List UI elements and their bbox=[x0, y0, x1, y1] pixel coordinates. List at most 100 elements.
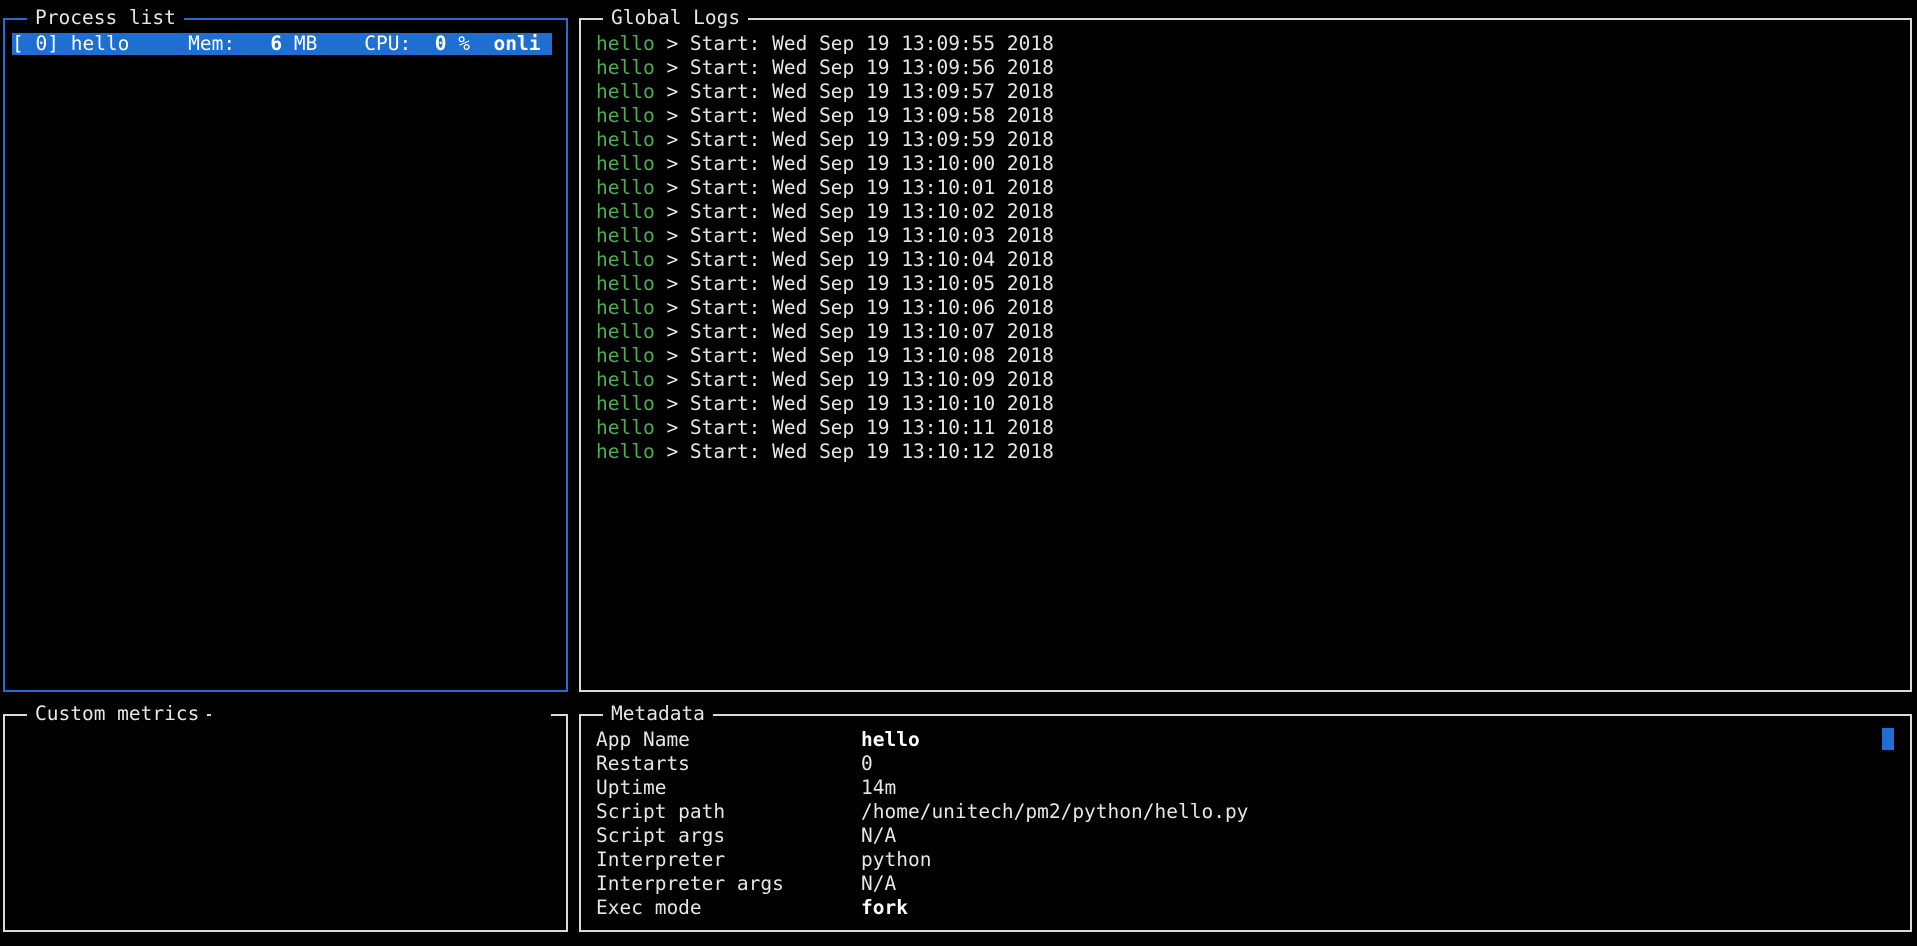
log-message: > Start: Wed Sep 19 13:10:03 2018 bbox=[654, 224, 1054, 247]
log-line: hello > Start: Wed Sep 19 13:09:55 2018 bbox=[596, 32, 1054, 56]
log-message: > Start: Wed Sep 19 13:10:09 2018 bbox=[654, 368, 1054, 391]
global-logs-title: Global Logs bbox=[603, 7, 749, 29]
metadata-key: Script args bbox=[596, 824, 726, 847]
log-line: hello > Start: Wed Sep 19 13:10:08 2018 bbox=[596, 344, 1054, 368]
metadata-row: Restarts 0 bbox=[596, 752, 1248, 776]
log-message: > Start: Wed Sep 19 13:09:55 2018 bbox=[654, 32, 1054, 55]
process-list-panel[interactable]: Process list [ 0] hello Mem: 6 MB CPU: 0… bbox=[3, 7, 568, 692]
log-app-name: hello bbox=[596, 176, 655, 199]
custom-metrics-title: Custom metrics bbox=[27, 703, 208, 725]
log-message: > Start: Wed Sep 19 13:10:11 2018 bbox=[654, 416, 1054, 439]
metadata-value: N/A bbox=[861, 872, 897, 895]
log-app-name: hello bbox=[596, 56, 655, 79]
log-list: hello > Start: Wed Sep 19 13:09:55 2018 h… bbox=[596, 32, 1054, 464]
metadata-row: Script args N/A bbox=[596, 824, 1248, 848]
process-row-hello[interactable]: [ 0] hello Mem: 6 MB CPU: 0 % onli bbox=[12, 33, 552, 55]
scroll-cursor[interactable] bbox=[1882, 728, 1894, 750]
metadata-row: Interpreter python bbox=[596, 848, 1248, 872]
metadata-key: Exec mode bbox=[596, 896, 702, 919]
metadata-key: Uptime bbox=[596, 776, 667, 799]
log-message: > Start: Wed Sep 19 13:09:56 2018 bbox=[654, 56, 1054, 79]
log-app-name: hello bbox=[596, 368, 655, 391]
log-message: > Start: Wed Sep 19 13:09:57 2018 bbox=[654, 80, 1054, 103]
log-app-name: hello bbox=[596, 128, 655, 151]
log-message: > Start: Wed Sep 19 13:10:08 2018 bbox=[654, 344, 1054, 367]
metadata-value: fork bbox=[861, 896, 908, 919]
log-app-name: hello bbox=[596, 80, 655, 103]
metadata-value: 0 bbox=[861, 752, 873, 775]
metadata-value: python bbox=[861, 848, 932, 871]
log-line: hello > Start: Wed Sep 19 13:09:58 2018 bbox=[596, 104, 1054, 128]
cpu-value: 0 bbox=[434, 33, 447, 55]
log-app-name: hello bbox=[596, 344, 655, 367]
log-line: hello > Start: Wed Sep 19 13:10:12 2018 bbox=[596, 440, 1054, 464]
log-app-name: hello bbox=[596, 320, 655, 343]
log-line: hello > Start: Wed Sep 19 13:10:01 2018 bbox=[596, 176, 1054, 200]
metadata-value: N/A bbox=[861, 824, 897, 847]
log-line: hello > Start: Wed Sep 19 13:09:59 2018 bbox=[596, 128, 1054, 152]
log-app-name: hello bbox=[596, 104, 655, 127]
log-message: > Start: Wed Sep 19 13:10:04 2018 bbox=[654, 248, 1054, 271]
log-app-name: hello bbox=[596, 200, 655, 223]
process-name: hello bbox=[70, 33, 130, 55]
log-message: > Start: Wed Sep 19 13:10:06 2018 bbox=[654, 296, 1054, 319]
metadata-panel[interactable]: Metadata App Name hello Restarts 0 Uptime 14m… bbox=[579, 703, 1912, 932]
log-line: hello > Start: Wed Sep 19 13:10:04 2018 bbox=[596, 248, 1054, 272]
metadata-key: Interpreter bbox=[596, 848, 726, 871]
log-app-name: hello bbox=[596, 224, 655, 247]
metadata-key: Script path bbox=[596, 800, 726, 823]
log-line: hello > Start: Wed Sep 19 13:10:00 2018 bbox=[596, 152, 1054, 176]
log-app-name: hello bbox=[596, 296, 655, 319]
log-line: hello > Start: Wed Sep 19 13:09:56 2018 bbox=[596, 56, 1054, 80]
process-index: [ 0] bbox=[12, 33, 59, 55]
global-logs-panel[interactable]: Global Logs hello > Start: Wed Sep 19 13… bbox=[579, 7, 1912, 692]
mem-unit: MB bbox=[293, 33, 318, 55]
cpu-label: CPU: bbox=[364, 33, 412, 55]
log-app-name: hello bbox=[596, 440, 655, 463]
metadata-row: App Name hello bbox=[596, 728, 1248, 752]
log-message: > Start: Wed Sep 19 13:10:00 2018 bbox=[654, 152, 1054, 175]
log-line: hello > Start: Wed Sep 19 13:10:02 2018 bbox=[596, 200, 1054, 224]
log-line: hello > Start: Wed Sep 19 13:10:09 2018 bbox=[596, 368, 1054, 392]
metadata-key: Restarts bbox=[596, 752, 690, 775]
border-gap bbox=[211, 713, 551, 717]
log-app-name: hello bbox=[596, 272, 655, 295]
process-status: onli bbox=[493, 33, 541, 55]
log-line: hello > Start: Wed Sep 19 13:09:57 2018 bbox=[596, 80, 1054, 104]
log-app-name: hello bbox=[596, 32, 655, 55]
log-line: hello > Start: Wed Sep 19 13:10:11 2018 bbox=[596, 416, 1054, 440]
log-line: hello > Start: Wed Sep 19 13:10:10 2018 bbox=[596, 392, 1054, 416]
metadata-value: 14m bbox=[861, 776, 897, 799]
log-message: > Start: Wed Sep 19 13:10:12 2018 bbox=[654, 440, 1054, 463]
metadata-row: Uptime 14m bbox=[596, 776, 1248, 800]
log-app-name: hello bbox=[596, 248, 655, 271]
metadata-table: App Name hello Restarts 0 Uptime 14m Script pa… bbox=[596, 728, 1248, 920]
mem-value: 6 bbox=[270, 33, 283, 55]
log-app-name: hello bbox=[596, 416, 655, 439]
metadata-value: /home/unitech/pm2/python/hello.py bbox=[861, 800, 1249, 823]
log-message: > Start: Wed Sep 19 13:09:59 2018 bbox=[654, 128, 1054, 151]
cpu-unit: % bbox=[458, 33, 470, 55]
log-app-name: hello bbox=[596, 392, 655, 415]
log-line: hello > Start: Wed Sep 19 13:10:03 2018 bbox=[596, 224, 1054, 248]
metadata-row: Interpreter args N/A bbox=[596, 872, 1248, 896]
metadata-key: App Name bbox=[596, 728, 690, 751]
log-line: hello > Start: Wed Sep 19 13:10:07 2018 bbox=[596, 320, 1054, 344]
metadata-row: Script path/home/unitech/pm2/python/hell… bbox=[596, 800, 1248, 824]
metadata-row: Exec mode fork bbox=[596, 896, 1248, 920]
log-message: > Start: Wed Sep 19 13:10:07 2018 bbox=[654, 320, 1054, 343]
metadata-value: hello bbox=[861, 728, 920, 751]
log-message: > Start: Wed Sep 19 13:10:02 2018 bbox=[654, 200, 1054, 223]
mem-label: Mem: bbox=[188, 33, 236, 55]
log-message: > Start: Wed Sep 19 13:09:58 2018 bbox=[654, 104, 1054, 127]
log-app-name: hello bbox=[596, 152, 655, 175]
custom-metrics-panel[interactable]: Custom metrics bbox=[3, 703, 568, 932]
process-list-title: Process list bbox=[27, 7, 184, 29]
metadata-title: Metadata bbox=[603, 703, 713, 725]
log-message: > Start: Wed Sep 19 13:10:10 2018 bbox=[654, 392, 1054, 415]
metadata-key: Interpreter args bbox=[596, 872, 784, 895]
log-message: > Start: Wed Sep 19 13:10:01 2018 bbox=[654, 176, 1054, 199]
log-line: hello > Start: Wed Sep 19 13:10:05 2018 bbox=[596, 272, 1054, 296]
log-message: > Start: Wed Sep 19 13:10:05 2018 bbox=[654, 272, 1054, 295]
log-line: hello > Start: Wed Sep 19 13:10:06 2018 bbox=[596, 296, 1054, 320]
